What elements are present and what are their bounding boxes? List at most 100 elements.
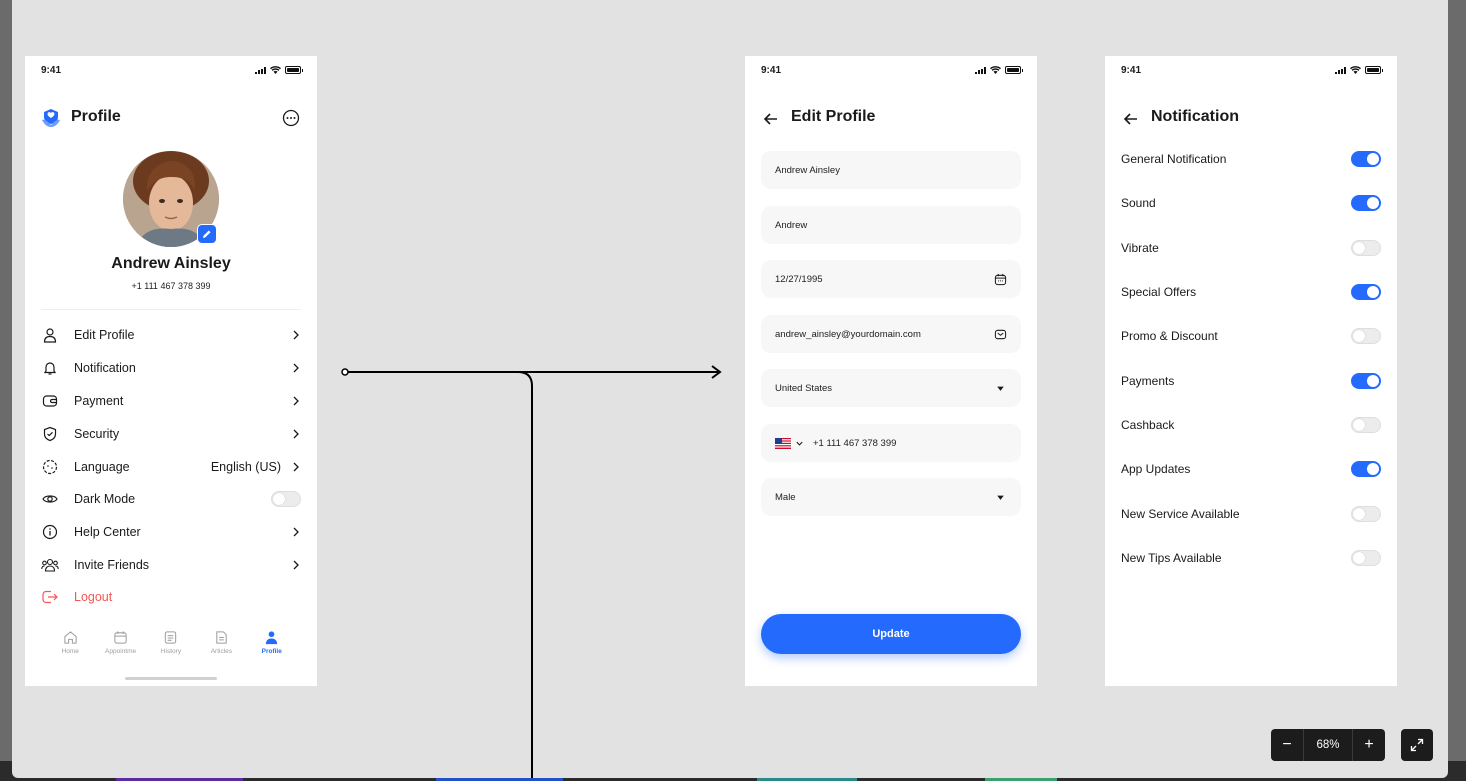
menu-item-notification[interactable]: Notification — [41, 356, 301, 380]
menu-item-language[interactable]: Language English (US) — [41, 455, 301, 479]
notif-app-updates: App Updates — [1121, 459, 1381, 479]
people-icon — [41, 558, 59, 572]
email-field[interactable]: andrew_ainsley@yourdomain.com — [761, 315, 1021, 353]
notif-label: Cashback — [1121, 418, 1175, 432]
notif-general: General Notification — [1121, 149, 1381, 169]
menu-item-help-center[interactable]: Help Center — [41, 520, 301, 544]
nav-label: Profile — [261, 648, 282, 655]
chevron-right-icon — [293, 330, 299, 340]
logout-icon — [42, 590, 58, 604]
nav-appointment[interactable]: Appointme — [98, 630, 144, 670]
menu-label: Edit Profile — [74, 328, 135, 342]
edit-avatar-button[interactable] — [197, 224, 217, 244]
nav-label: Articles — [210, 648, 233, 655]
menu-item-security[interactable]: Security — [41, 422, 301, 446]
design-canvas[interactable]: 9:41 Profile Andrew Ainsley +1 111 467 3… — [12, 0, 1448, 778]
notif-label: Special Offers — [1121, 285, 1197, 299]
toggle[interactable] — [1351, 373, 1381, 389]
zoom-out-button[interactable]: − — [1271, 729, 1303, 761]
menu-item-logout[interactable]: Logout — [41, 585, 301, 609]
dark-mode-toggle[interactable] — [271, 491, 301, 507]
notif-label: Vibrate — [1121, 241, 1159, 255]
toggle[interactable] — [1351, 550, 1381, 566]
toggle[interactable] — [1351, 240, 1381, 256]
nav-history[interactable]: History — [148, 630, 194, 670]
field-value: +1 111 467 378 399 — [813, 437, 897, 449]
profile-name: Andrew Ainsley — [111, 255, 231, 272]
nav-label: History — [160, 648, 182, 655]
notif-label: Sound — [1121, 196, 1156, 210]
status-time: 9:41 — [41, 65, 62, 76]
notif-label: Payments — [1121, 374, 1175, 388]
date-of-birth-field[interactable]: 12/27/1995 — [761, 260, 1021, 298]
chevron-right-icon — [293, 363, 299, 373]
menu-label: Security — [74, 427, 120, 441]
notif-label: New Tips Available — [1121, 551, 1222, 565]
articles-icon — [216, 631, 227, 644]
shield-icon — [43, 426, 57, 442]
expand-icon — [1410, 738, 1424, 752]
toggle[interactable] — [1351, 417, 1381, 433]
status-time: 9:41 — [761, 65, 782, 76]
more-options-icon[interactable] — [282, 109, 300, 127]
status-bar: 9:41 — [745, 56, 1037, 86]
country-select[interactable]: United States — [761, 369, 1021, 407]
toggle[interactable] — [1351, 151, 1381, 167]
notif-vibrate: Vibrate — [1121, 238, 1381, 258]
nav-label: Home — [61, 648, 79, 655]
battery-icon — [285, 66, 303, 74]
zoom-level: 68% — [1303, 729, 1353, 761]
nickname-field[interactable]: Andrew — [761, 206, 1021, 244]
update-button[interactable]: Update — [761, 614, 1021, 654]
edit-profile-screen: 9:41 Edit Profile Andrew Ainsley Andrew … — [745, 56, 1037, 686]
back-arrow-icon[interactable] — [1122, 110, 1140, 128]
nav-profile[interactable]: Profile — [249, 630, 295, 670]
toggle[interactable] — [1351, 284, 1381, 300]
status-bar: 9:41 — [1105, 56, 1397, 86]
notif-new-tips: New Tips Available — [1121, 548, 1381, 568]
nav-label: Appointme — [105, 648, 137, 655]
notif-label: General Notification — [1121, 152, 1227, 166]
bell-icon — [43, 362, 57, 375]
pencil-icon — [203, 230, 211, 238]
toggle[interactable] — [1351, 328, 1381, 344]
menu-item-invite-friends[interactable]: Invite Friends — [41, 553, 301, 577]
zoom-in-button[interactable]: + — [1353, 729, 1385, 761]
battery-icon — [1005, 66, 1023, 74]
menu-item-payment[interactable]: Payment — [41, 389, 301, 413]
profile-phone: +1 111 467 378 399 — [131, 281, 211, 291]
full-name-field[interactable]: Andrew Ainsley — [761, 151, 1021, 189]
wifi-icon — [270, 66, 281, 74]
menu-label: Invite Friends — [74, 558, 150, 572]
toggle[interactable] — [1351, 506, 1381, 522]
user-icon — [43, 328, 57, 343]
calendar-icon[interactable] — [994, 273, 1007, 286]
caret-down-icon — [997, 386, 1004, 391]
toggle[interactable] — [1351, 461, 1381, 477]
chevron-right-icon — [293, 527, 299, 537]
chevron-down-icon[interactable] — [795, 439, 804, 448]
nav-home[interactable]: Home — [47, 630, 93, 670]
notif-label: App Updates — [1121, 462, 1191, 476]
notif-payments: Payments — [1121, 371, 1381, 391]
wallet-icon — [42, 395, 58, 407]
nav-articles[interactable]: Articles — [198, 630, 244, 670]
profile-screen: 9:41 Profile Andrew Ainsley +1 111 467 3… — [25, 56, 317, 686]
toggle[interactable] — [1351, 195, 1381, 211]
zoom-controls: − 68% + — [1271, 729, 1385, 761]
menu-item-edit-profile[interactable]: Edit Profile — [41, 323, 301, 347]
chevron-right-icon — [293, 462, 299, 472]
notification-screen: 9:41 Notification General Notification S… — [1105, 56, 1397, 686]
gender-select[interactable]: Male — [761, 478, 1021, 516]
field-value: andrew_ainsley@yourdomain.com — [775, 328, 921, 340]
signal-icon — [975, 66, 986, 74]
page-title: Edit Profile — [791, 108, 876, 125]
menu-item-dark-mode: Dark Mode — [41, 487, 301, 511]
back-arrow-icon[interactable] — [762, 110, 780, 128]
notif-label: New Service Available — [1121, 507, 1240, 521]
notif-cashback: Cashback — [1121, 415, 1381, 435]
us-flag-icon[interactable] — [775, 437, 791, 449]
fullscreen-button[interactable] — [1401, 729, 1433, 761]
phone-field[interactable]: +1 111 467 378 399 — [761, 424, 1021, 462]
chevron-right-icon — [293, 429, 299, 439]
